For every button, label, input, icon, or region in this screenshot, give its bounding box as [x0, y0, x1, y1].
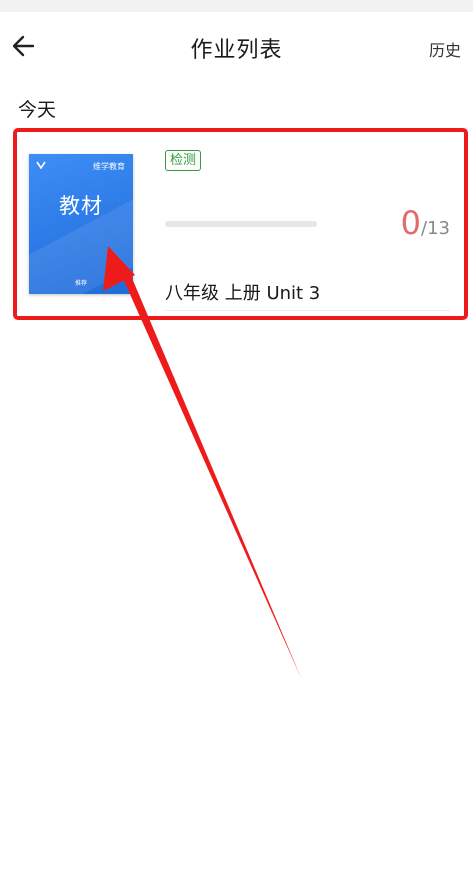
app-header: 作业列表 历史: [0, 12, 473, 80]
status-bar: [0, 0, 473, 12]
card-divider: [165, 310, 450, 311]
type-badge: 检测: [165, 150, 202, 171]
page-title: 作业列表: [190, 38, 283, 63]
section-label-today: 今天: [18, 99, 57, 121]
textbook-cover[interactable]: 维学教育 教材 推荐: [29, 154, 133, 294]
assignment-title: 八年级 上册 Unit 3: [165, 283, 321, 304]
annotation-arrow-shaft: [121, 271, 302, 680]
cover-footer: 推荐: [74, 280, 87, 287]
progress-bar: [165, 221, 317, 227]
progress-count: 0/13: [401, 204, 450, 242]
completed-count: 0: [400, 204, 422, 242]
assignment-card[interactable]: 维学教育 教材 推荐 检测 0/13 八年级 上册 Unit 3: [13, 128, 468, 320]
total-count: 13: [427, 218, 450, 239]
history-button[interactable]: 历史: [429, 37, 461, 61]
cover-brand: 维学教育: [93, 162, 125, 171]
cover-title: 教材: [59, 194, 103, 218]
chevron-logo-icon: [36, 161, 46, 169]
